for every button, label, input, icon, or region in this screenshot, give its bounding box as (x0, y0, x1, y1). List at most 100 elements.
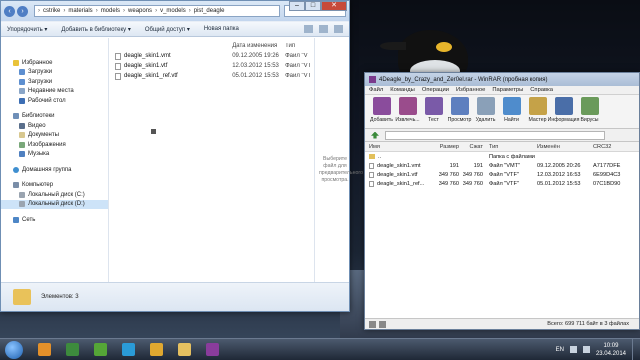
taskbar-app-button[interactable] (171, 340, 197, 360)
tool-label: Вирусы (580, 117, 599, 123)
sidebar-network[interactable]: Сеть (1, 215, 108, 225)
item-count: Элементов: 3 (41, 294, 79, 300)
sidebar-item-recent[interactable]: Недавние места (1, 87, 108, 97)
toolbar-button[interactable]: Просмотр (447, 97, 472, 123)
sidebar-favorites[interactable]: Избранное (1, 58, 108, 68)
sidebar-item-drive-d[interactable]: Локальный диск (D:) (1, 199, 108, 209)
menu-item[interactable]: Справка (530, 87, 553, 93)
organize-menu[interactable]: Упорядочить ▾ (7, 26, 47, 33)
add-to-library-menu[interactable]: Добавить в библиотеку ▾ (61, 26, 130, 33)
archive-row[interactable]: deagle_skin1_ref... 349 760 349 760 Файл "V… (365, 179, 639, 188)
breadcrumb-item[interactable]: weapons (128, 8, 152, 14)
breadcrumb-item[interactable]: models (101, 8, 120, 14)
menu-item[interactable]: Операции (422, 87, 449, 93)
toolbar-button[interactable]: Вирусы (577, 97, 602, 123)
forward-button[interactable]: › (17, 5, 28, 17)
close-button[interactable]: ✕ (321, 1, 347, 11)
sidebar-item-desktop[interactable]: Рабочий стол (1, 96, 108, 106)
column-size[interactable]: Размер (435, 144, 459, 150)
menu-item[interactable]: Избранное (456, 87, 485, 93)
menu-item[interactable]: Файл (369, 87, 383, 93)
photo-icon (149, 343, 163, 356)
clock[interactable]: 10:09 23.04.2014 (596, 342, 626, 358)
file-row[interactable]: deagle_skin1_ref.vtf 05.01.2012 15:53 Фа… (109, 71, 314, 81)
preview-pane-icon[interactable] (319, 25, 328, 33)
help-icon[interactable] (334, 25, 343, 33)
cell-name: .. (369, 154, 435, 160)
sidebar-item-downloads[interactable]: Загрузки (1, 68, 108, 78)
maximize-button[interactable]: □ (305, 1, 321, 11)
archive-row[interactable]: deagle_skin1.vtf 349 760 349 760 Файл "VTF"… (365, 170, 639, 179)
back-button[interactable]: ‹ (4, 5, 15, 17)
address-bar[interactable]: › cstrike › materials › models › weapons › v_mode… (34, 5, 280, 17)
menu-item[interactable]: Параметры (492, 87, 523, 93)
sidebar-label: Видео (28, 122, 46, 129)
toolbar-button[interactable]: Информация (548, 97, 579, 123)
tool-icon (372, 97, 391, 115)
breadcrumb-separator[interactable]: › (38, 8, 40, 14)
sidebar-item-video[interactable]: Видео (1, 121, 108, 131)
column-name[interactable]: Имя (369, 144, 435, 150)
breadcrumb-separator[interactable]: › (123, 8, 125, 14)
breadcrumb-item[interactable]: cstrike (43, 8, 60, 14)
breadcrumb-item[interactable]: v_models (160, 8, 186, 14)
show-desktop-button[interactable] (632, 338, 640, 360)
language-indicator[interactable]: EN (556, 347, 564, 353)
volume-icon[interactable] (582, 346, 590, 353)
menu-item[interactable]: Команды (390, 87, 415, 93)
breadcrumb-item[interactable]: pist_deagle (194, 8, 225, 14)
new-folder-button[interactable]: Новая папка (204, 26, 239, 32)
tool-icon (424, 97, 443, 115)
column-date[interactable]: Дата изменения (232, 43, 285, 49)
network-icon (13, 216, 19, 223)
game-icon (65, 343, 79, 356)
breadcrumb-separator[interactable]: › (96, 8, 98, 14)
breadcrumb-item[interactable]: materials (68, 8, 92, 14)
taskbar-app-button[interactable] (115, 340, 141, 360)
sidebar-libraries[interactable]: Библиотеки (1, 112, 108, 122)
toolbar-button[interactable]: Добавить (369, 97, 394, 123)
file-row[interactable]: deagle_skin1.vmt 09.12.2005 19:26 Файл "… (109, 51, 314, 61)
sidebar-homegroup[interactable]: Домашняя группа (1, 165, 108, 175)
file-row[interactable]: deagle_skin1.vtf 12.03.2012 15:53 Файл "… (109, 61, 314, 71)
breadcrumb-separator[interactable]: › (63, 8, 65, 14)
cell-type: Файл "VTF" (489, 180, 519, 187)
taskbar-app-button[interactable] (143, 340, 169, 360)
file-icon (115, 72, 121, 80)
file-date: 05.01.2012 15:53 (232, 73, 279, 79)
cell-packed: 349 760 (462, 180, 483, 187)
toolbar-button[interactable]: Найти (499, 97, 524, 123)
archive-row[interactable]: .. Папка с файлами (365, 152, 639, 161)
sidebar-item-downloads-2[interactable]: Загрузки (1, 77, 108, 87)
column-type[interactable]: Тип (483, 144, 537, 150)
toolbar-button[interactable]: Извлечь... (395, 97, 420, 123)
archive-row[interactable]: deagle_skin1.vmt 191 191 Файл "VMT" 09.12.20… (365, 161, 639, 170)
breadcrumb-separator[interactable]: › (189, 8, 191, 14)
column-crc[interactable]: CRC32 (593, 144, 623, 150)
taskbar-app-button[interactable] (59, 340, 85, 360)
toolbar-button[interactable]: Тест (421, 97, 446, 123)
path-field[interactable] (385, 130, 605, 140)
up-folder-icon[interactable] (371, 131, 379, 139)
view-options-icon[interactable] (304, 25, 313, 33)
column-type[interactable]: Тип (285, 43, 314, 49)
column-modified[interactable]: Изменён (537, 144, 593, 150)
taskbar-app-button[interactable] (87, 340, 113, 360)
minimize-button[interactable]: – (289, 1, 305, 11)
taskbar-app-button[interactable] (31, 340, 57, 360)
toolbar-button[interactable]: Мастер (525, 97, 550, 123)
start-button[interactable] (5, 340, 23, 359)
cell-size: 191 (449, 162, 459, 169)
toolbar-button[interactable]: Удалить (473, 97, 498, 123)
breadcrumb-separator[interactable]: › (155, 8, 157, 14)
column-packed[interactable]: Сжат (459, 144, 483, 150)
sidebar-item-music[interactable]: Музыка (1, 150, 108, 160)
network-tray-icon[interactable] (569, 346, 577, 353)
share-menu[interactable]: Общий доступ ▾ (145, 26, 190, 33)
file-name: deagle_skin1.vmt (377, 162, 421, 169)
taskbar-app-button[interactable] (199, 340, 225, 360)
sidebar-computer[interactable]: Компьютер (1, 181, 108, 191)
sidebar-item-pictures[interactable]: Изображения (1, 140, 108, 150)
sidebar-item-drive-c[interactable]: Локальный диск (C:) (1, 190, 108, 200)
sidebar-item-documents[interactable]: Документы (1, 131, 108, 141)
